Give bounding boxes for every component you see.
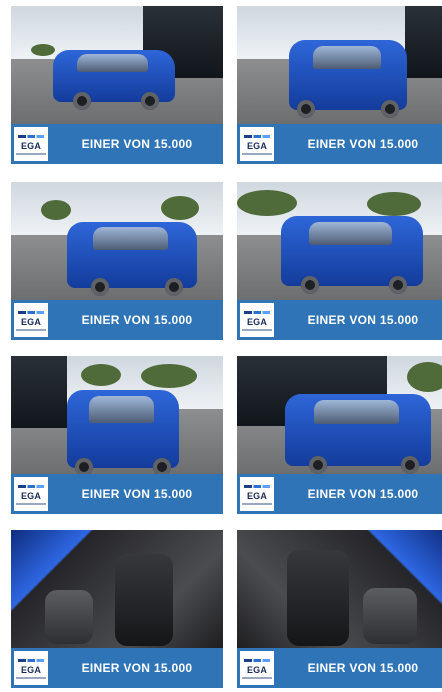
logo-text: EGA [20, 317, 42, 327]
car-photo-front-left [11, 6, 223, 124]
promo-text: EINER VON 15.000 [307, 487, 419, 501]
promo-banner: EGA EINER VON 15.000 [11, 300, 223, 340]
ega-logo: EGA [240, 477, 274, 511]
listing-image-card-2[interactable]: EGA EINER VON 15.000 [237, 6, 442, 168]
listing-image-card-7[interactable]: EGA EINER VON 15.000 [11, 530, 223, 692]
ega-logo: EGA [14, 303, 48, 337]
promo-banner: EGA EINER VON 15.000 [237, 648, 442, 688]
promo-text: EINER VON 15.000 [81, 487, 193, 501]
promo-text: EINER VON 15.000 [307, 313, 419, 327]
promo-banner: EGA EINER VON 15.000 [11, 474, 223, 514]
interior-photo-driver [11, 530, 223, 648]
logo-text: EGA [246, 665, 268, 675]
ega-logo: EGA [240, 127, 274, 161]
ega-logo: EGA [14, 477, 48, 511]
promo-banner: EGA EINER VON 15.000 [237, 124, 442, 164]
promo-text: EINER VON 15.000 [81, 661, 193, 675]
listing-image-grid: EGA EINER VON 15.000 EGA EINER VON 15.00… [0, 0, 442, 688]
promo-banner: EGA EINER VON 15.000 [237, 474, 442, 514]
logo-text: EGA [20, 491, 42, 501]
car-photo-front-left-2 [11, 182, 223, 300]
logo-text: EGA [20, 141, 42, 151]
listing-image-card-5[interactable]: EGA EINER VON 15.000 [11, 356, 223, 518]
car-photo-rear-right [237, 182, 442, 300]
interior-photo-passenger [237, 530, 442, 648]
promo-text: EINER VON 15.000 [307, 137, 419, 151]
ega-logo: EGA [240, 303, 274, 337]
promo-text: EINER VON 15.000 [81, 313, 193, 327]
listing-image-card-1[interactable]: EGA EINER VON 15.000 [11, 6, 223, 168]
logo-text: EGA [20, 665, 42, 675]
car-photo-front [237, 6, 442, 124]
listing-image-card-3[interactable]: EGA EINER VON 15.000 [11, 182, 223, 344]
car-photo-rear [11, 356, 223, 474]
listing-image-card-6[interactable]: EGA EINER VON 15.000 [237, 356, 442, 518]
promo-text: EINER VON 15.000 [307, 661, 419, 675]
promo-banner: EGA EINER VON 15.000 [11, 124, 223, 164]
logo-text: EGA [246, 141, 268, 151]
listing-image-card-8[interactable]: EGA EINER VON 15.000 [237, 530, 442, 692]
car-photo-rear-left [237, 356, 442, 474]
promo-text: EINER VON 15.000 [81, 137, 193, 151]
ega-logo: EGA [14, 127, 48, 161]
promo-banner: EGA EINER VON 15.000 [11, 648, 223, 688]
listing-image-card-4[interactable]: EGA EINER VON 15.000 [237, 182, 442, 344]
logo-text: EGA [246, 317, 268, 327]
logo-text: EGA [246, 491, 268, 501]
promo-banner: EGA EINER VON 15.000 [237, 300, 442, 340]
